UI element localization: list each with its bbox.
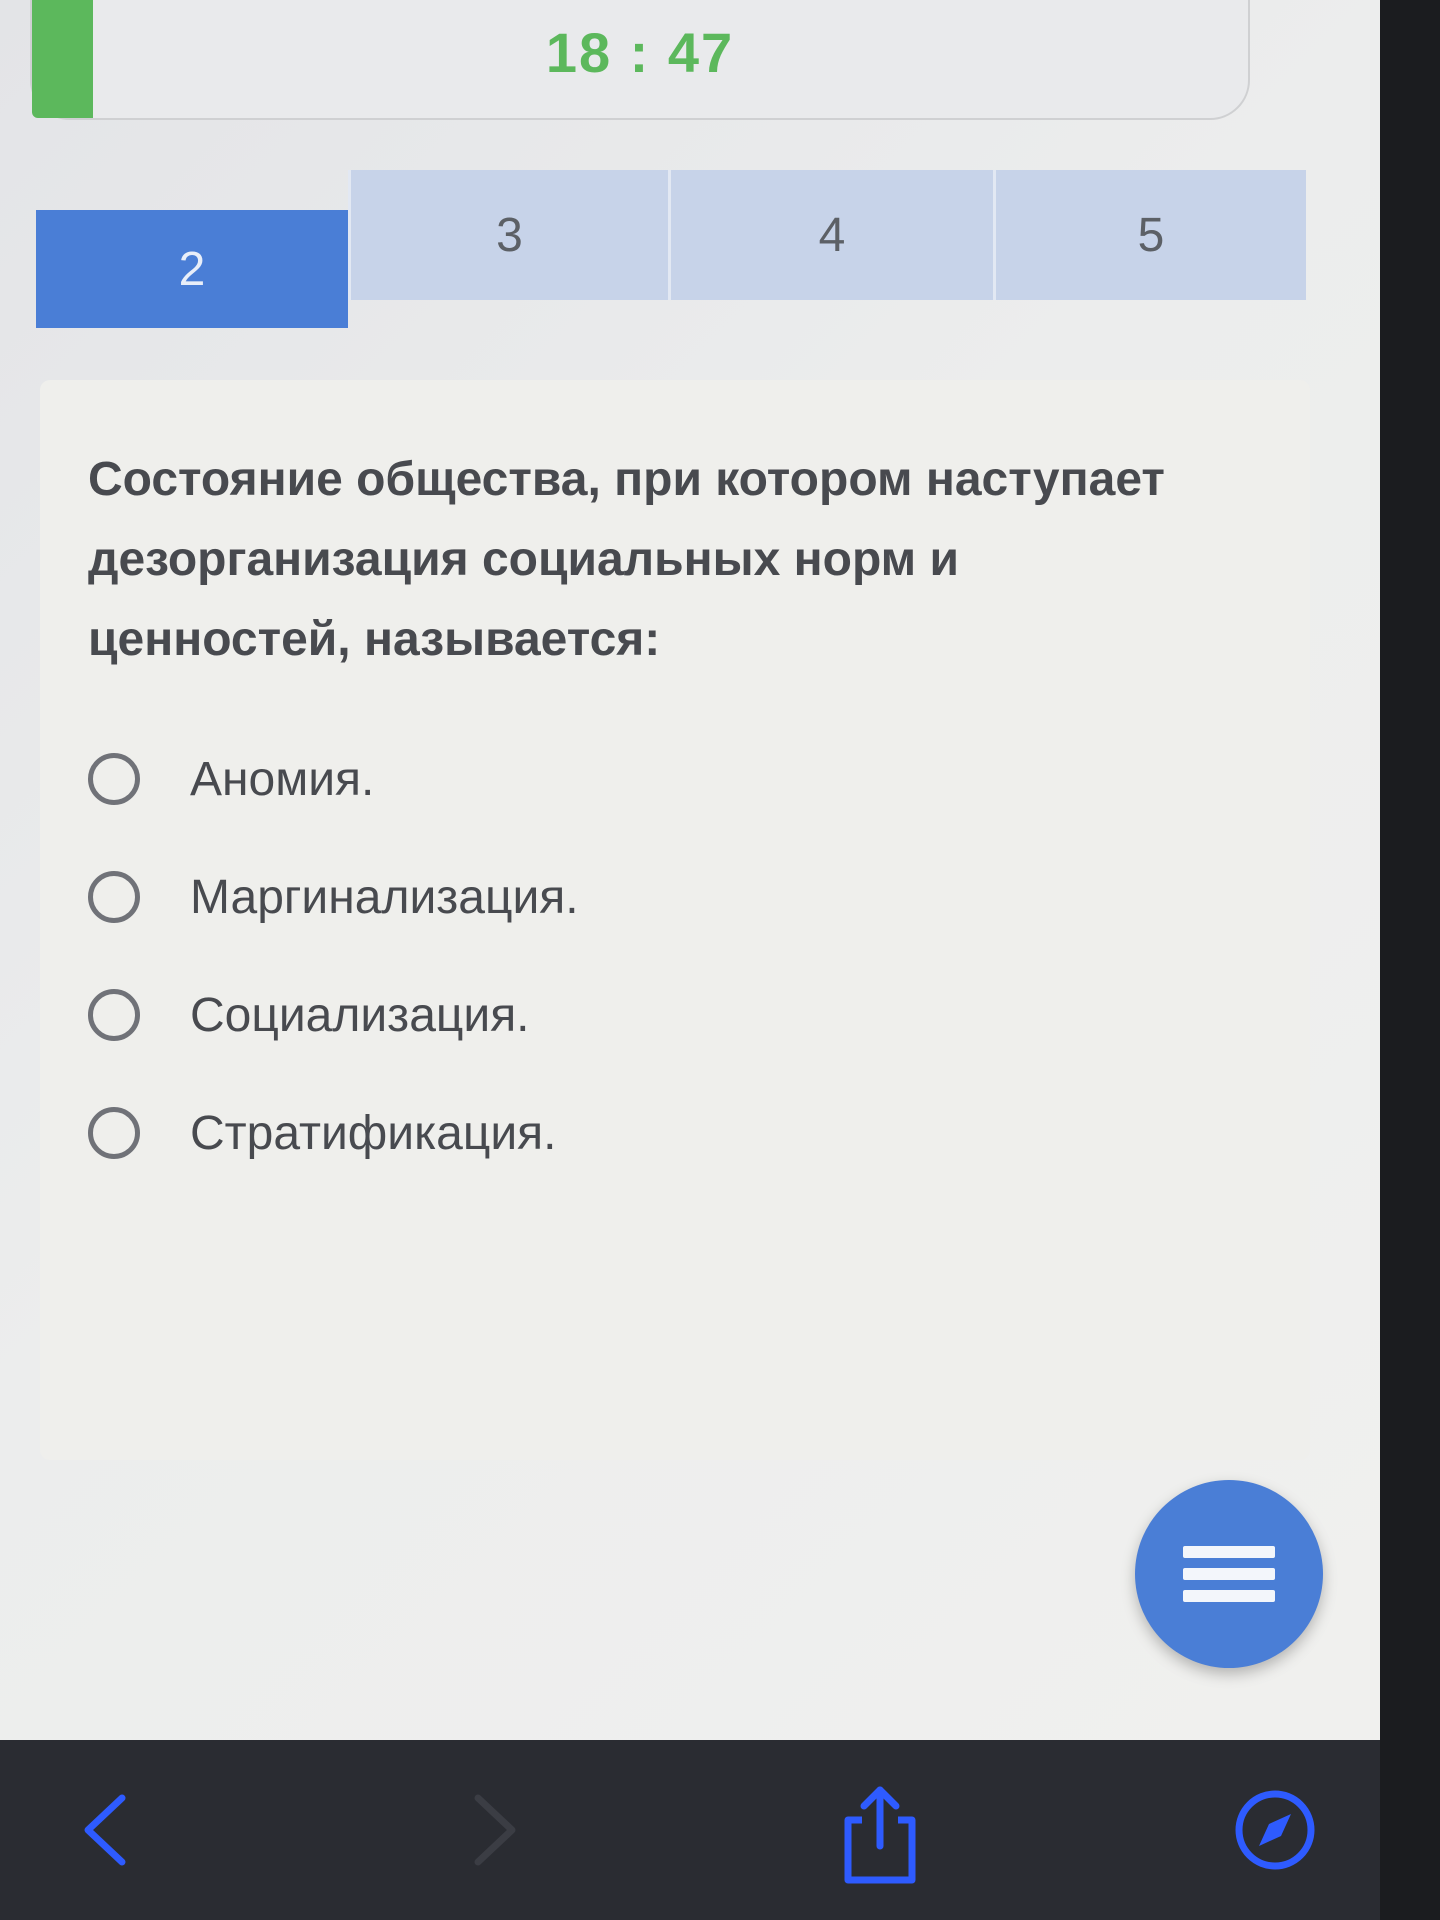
timer-bar: 18 : 47 [30, 0, 1250, 120]
option-label: Социализация. [190, 988, 530, 1042]
tab-question-5[interactable]: 5 [993, 170, 1306, 300]
tab-question-4[interactable]: 4 [668, 170, 993, 300]
question-card: Состояние общества, при котором наступае… [40, 380, 1310, 1460]
option-label: Стратификация. [190, 1106, 557, 1160]
option-label: Аномия. [190, 752, 375, 806]
compass-button[interactable] [1225, 1780, 1325, 1880]
tab-label: 5 [1137, 208, 1165, 262]
answer-option-marginalization[interactable]: Маргинализация. [88, 838, 579, 956]
radio-button[interactable] [88, 753, 140, 805]
tab-label: 4 [818, 208, 846, 262]
tab-label: 3 [496, 208, 523, 262]
share-button[interactable] [830, 1780, 930, 1884]
back-button[interactable] [60, 1780, 160, 1880]
tab-question-2[interactable]: 2 [36, 210, 348, 328]
back-icon [84, 1794, 126, 1866]
radio-button[interactable] [88, 1107, 140, 1159]
answer-option-anomia[interactable]: Аномия. [88, 720, 579, 838]
question-text: Состояние общества, при котором наступае… [88, 453, 1165, 666]
forward-button[interactable] [440, 1780, 540, 1880]
radio-button[interactable] [88, 871, 140, 923]
answer-options: Аномия. Маргинализация. Социализация. Ст… [88, 720, 579, 1192]
radio-button[interactable] [88, 989, 140, 1041]
share-icon [844, 1786, 916, 1884]
browser-toolbar [0, 1740, 1380, 1920]
forward-icon [474, 1794, 516, 1866]
answer-option-stratification[interactable]: Стратификация. [88, 1074, 579, 1192]
menu-button[interactable] [1135, 1480, 1323, 1668]
menu-icon [1183, 1536, 1275, 1612]
option-label: Маргинализация. [190, 870, 579, 924]
question-tabs: 2 3 4 5 [36, 170, 1306, 328]
compass-icon [1235, 1790, 1315, 1870]
timer-text: 18 : 47 [545, 21, 735, 84]
tab-label: 2 [178, 242, 206, 296]
quiz-screen: 18 : 47 2 3 4 5 Состояние общества, при … [0, 0, 1380, 1740]
tab-question-3[interactable]: 3 [348, 170, 668, 300]
answer-option-socialization[interactable]: Социализация. [88, 956, 579, 1074]
